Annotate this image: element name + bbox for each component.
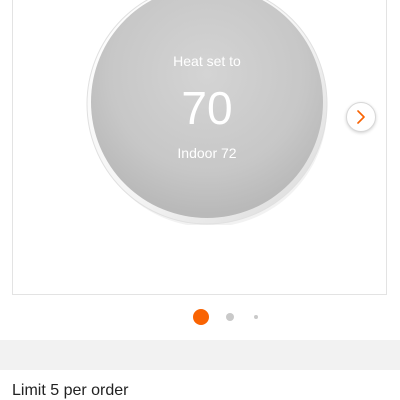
thermostat-image: Heat set to 70 Indoor 72 [86, 0, 328, 225]
thermostat-label: Heat set to [173, 53, 241, 69]
thermostat-indoor: Indoor 72 [177, 145, 236, 161]
carousel-pagination [0, 308, 400, 328]
product-image-frame[interactable]: Heat set to 70 Indoor 72 [12, 0, 387, 295]
next-image-button[interactable] [346, 102, 376, 132]
section-divider [0, 340, 400, 370]
chevron-right-icon [357, 110, 365, 124]
carousel-dot-3[interactable] [254, 315, 258, 319]
order-limit-text: Limit 5 per order [12, 382, 129, 399]
thermostat-temperature: 70 [181, 82, 232, 134]
carousel-dot-2[interactable] [226, 313, 234, 321]
product-page: Heat set to 70 Indoor 72 Limit 5 per ord… [0, 0, 400, 400]
carousel-dot-1[interactable] [193, 309, 209, 325]
